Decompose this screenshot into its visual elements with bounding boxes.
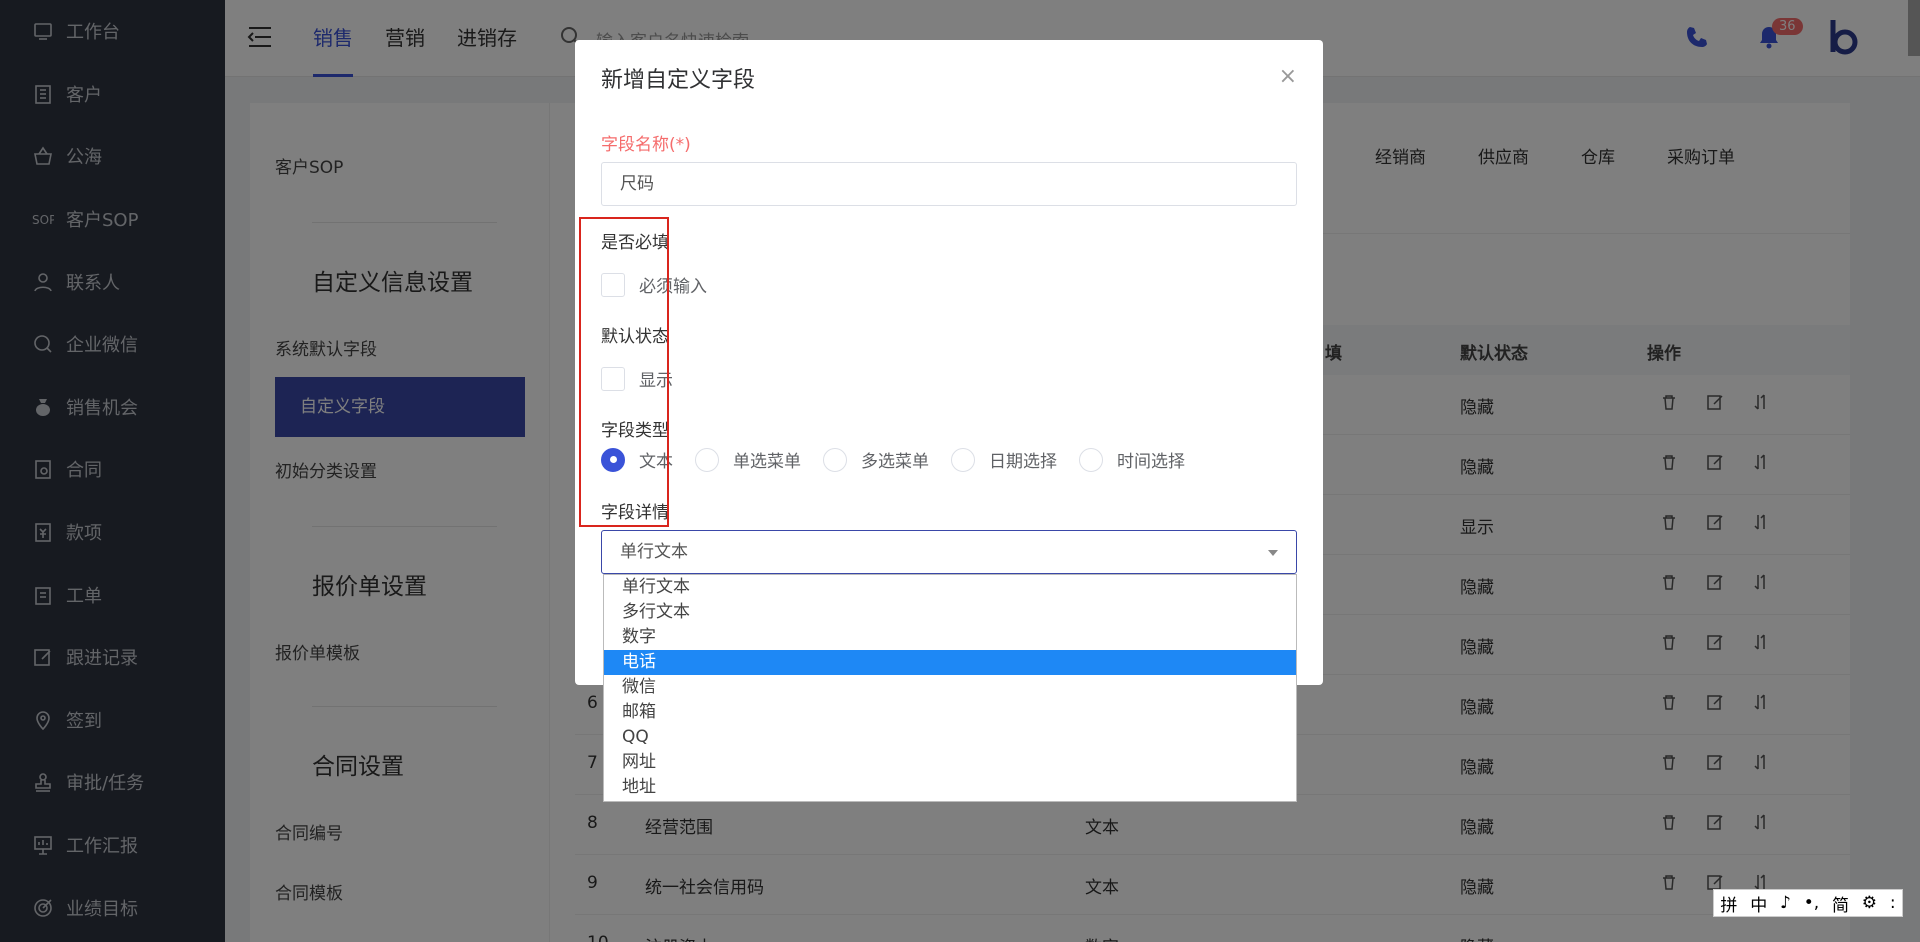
radio-dot[interactable] [695, 447, 719, 472]
annotation-highlight-box [579, 217, 669, 527]
ime-punct[interactable]: •, [1804, 893, 1819, 913]
field-name-label: 字段名称(*) [601, 135, 691, 155]
ime-chinese[interactable]: 中 [1750, 891, 1767, 916]
dialog-title: 新增自定义字段 [601, 68, 756, 93]
ime-settings-icon[interactable]: ⚙ [1862, 893, 1877, 913]
radio-dot[interactable] [1079, 447, 1103, 472]
option-phone[interactable]: 电话 [604, 650, 1296, 675]
field-name-input[interactable]: 尺码 [601, 162, 1297, 206]
ime-moon-icon[interactable]: ♪ [1780, 893, 1791, 913]
field-type-radio-group: 文本 单选菜单 多选菜单 日期选择 时间选择 [601, 447, 1207, 472]
ime-toolbar: 拼 中 ♪ •, 简 ⚙ : [1713, 889, 1903, 917]
ime-pinyin[interactable]: 拼 [1720, 891, 1737, 916]
field-detail-dropdown: 单行文本 多行文本 数字 电话 微信 邮箱 QQ 网址 地址 [603, 574, 1297, 802]
option-wechat[interactable]: 微信 [604, 675, 1296, 700]
radio-date[interactable]: 日期选择 [951, 447, 1057, 472]
option-url[interactable]: 网址 [604, 750, 1296, 775]
option-number[interactable]: 数字 [604, 625, 1296, 650]
option-qq[interactable]: QQ [604, 725, 1296, 750]
option-email[interactable]: 邮箱 [604, 700, 1296, 725]
caret-down-icon [1268, 550, 1278, 556]
field-detail-select[interactable]: 单行文本 [601, 530, 1297, 574]
radio-single-select[interactable]: 单选菜单 [695, 447, 801, 472]
ime-simplified[interactable]: 简 [1832, 891, 1849, 916]
option-single-line[interactable]: 单行文本 [604, 575, 1296, 600]
option-multi-line[interactable]: 多行文本 [604, 600, 1296, 625]
radio-time[interactable]: 时间选择 [1079, 447, 1185, 472]
scrollbar-handle[interactable] [1908, 0, 1920, 56]
ime-more[interactable]: : [1890, 893, 1896, 913]
radio-multi-select[interactable]: 多选菜单 [823, 447, 929, 472]
radio-dot[interactable] [823, 447, 847, 472]
close-icon[interactable]: × [1279, 64, 1297, 89]
option-address[interactable]: 地址 [604, 775, 1296, 800]
radio-dot[interactable] [951, 447, 975, 472]
